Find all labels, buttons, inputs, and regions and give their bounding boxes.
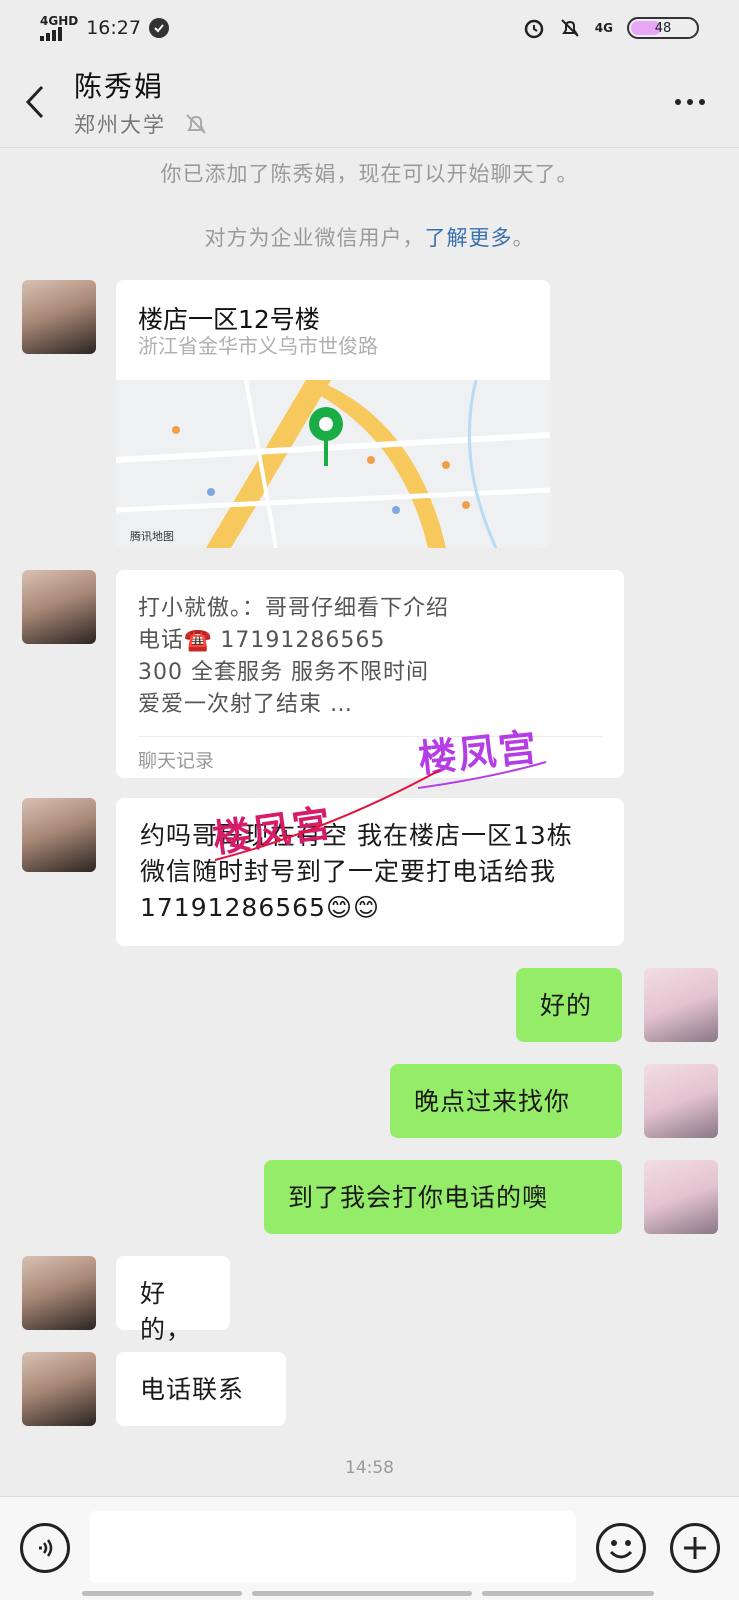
my-avatar[interactable] bbox=[644, 1160, 718, 1234]
nav-hint bbox=[252, 1591, 472, 1596]
message-bubble[interactable]: 好的， bbox=[116, 1256, 230, 1344]
contact-avatar[interactable] bbox=[22, 1352, 96, 1426]
smile-icon bbox=[609, 1540, 633, 1559]
my-avatar[interactable] bbox=[644, 968, 718, 1042]
emoji-button[interactable] bbox=[596, 1523, 646, 1573]
message-input[interactable] bbox=[90, 1511, 576, 1583]
voice-icon bbox=[39, 1539, 53, 1557]
message-bubble[interactable]: 电话联系 bbox=[116, 1352, 286, 1426]
message-bubble-out[interactable]: 到了我会打你电话的噢 bbox=[264, 1160, 622, 1234]
contact-avatar[interactable] bbox=[22, 1256, 96, 1330]
message-timestamp: 14:58 bbox=[345, 1458, 394, 1478]
my-avatar[interactable] bbox=[644, 1064, 718, 1138]
nav-hint bbox=[482, 1591, 654, 1596]
watermark-stroke bbox=[214, 761, 547, 861]
message-bubble-out[interactable]: 好的 bbox=[516, 968, 622, 1042]
input-bar bbox=[0, 1496, 739, 1600]
plus-icon bbox=[684, 1537, 706, 1559]
message-bubble-out[interactable]: 晚点过来找你 bbox=[390, 1064, 622, 1138]
more-actions-button[interactable] bbox=[670, 1523, 720, 1573]
voice-input-button[interactable] bbox=[20, 1523, 70, 1573]
nav-hint bbox=[82, 1591, 242, 1596]
